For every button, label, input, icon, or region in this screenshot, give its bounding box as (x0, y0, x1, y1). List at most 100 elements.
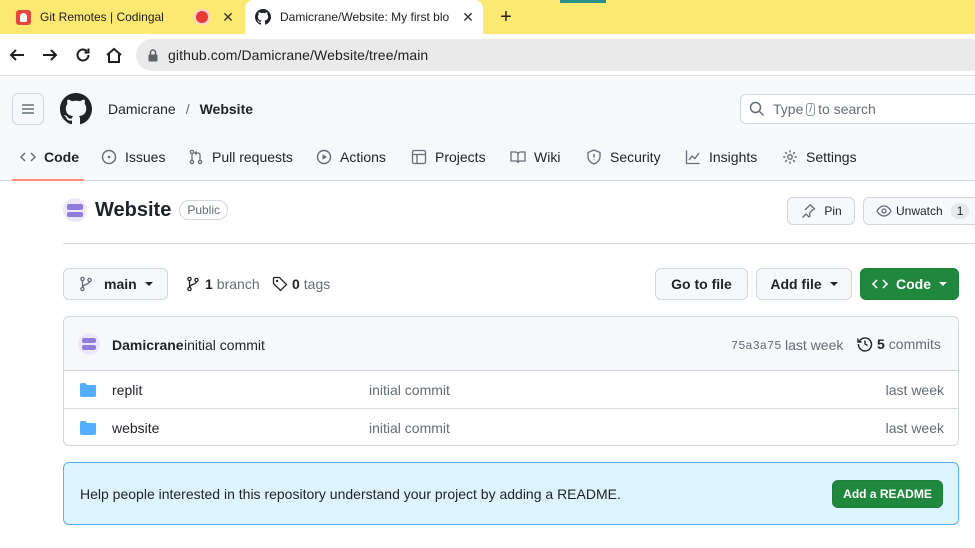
url-text: github.com/Damicrane/Website/tree/main (168, 47, 429, 63)
tags-link[interactable]: 0 tags (272, 276, 330, 292)
commit-time: last week (785, 337, 844, 353)
file-commit-message[interactable]: initial commit (369, 382, 450, 398)
pull-request-icon (189, 149, 203, 165)
file-name[interactable]: replit (112, 382, 142, 398)
folder-icon (80, 383, 96, 397)
close-tab-icon[interactable]: ✕ (220, 9, 236, 26)
table-icon (411, 149, 427, 165)
tab-label: Settings (806, 149, 857, 165)
readme-banner: Help people interested in this repositor… (63, 462, 959, 525)
forward-button[interactable] (39, 44, 61, 66)
browser-tab-strip: Git Remotes | Codingal ✕ Damicrane/Websi… (0, 0, 975, 34)
code-button[interactable]: Code (860, 268, 959, 300)
table-row[interactable]: replit initial commit last week (64, 371, 958, 408)
close-tab-icon[interactable]: ✕ (460, 9, 476, 26)
commit-message[interactable]: initial commit (184, 337, 265, 353)
tab-label: Actions (340, 149, 386, 165)
commit-author[interactable]: Damicrane (112, 337, 184, 353)
repo-link[interactable]: Website (200, 101, 253, 117)
file-commit-message[interactable]: initial commit (369, 420, 450, 436)
tag-count: 0 (292, 276, 300, 292)
file-time: last week (885, 420, 944, 436)
go-to-file-label: Go to file (671, 276, 732, 292)
file-time: last week (885, 382, 944, 398)
latest-commit-bar: Damicrane initial commit 75a3a75 last we… (64, 317, 958, 371)
tab-pull-requests[interactable]: Pull requests (188, 145, 293, 181)
chevron-down-icon (144, 282, 153, 286)
gear-icon (783, 150, 797, 164)
tab-code[interactable]: Code (12, 145, 84, 181)
commit-word: commits (888, 336, 941, 352)
tab-insights[interactable]: Insights (685, 145, 757, 181)
reload-button[interactable] (72, 44, 94, 66)
breadcrumb: Damicrane / Website (108, 101, 253, 117)
repo-title-row: Website Public (63, 198, 229, 222)
shield-icon (587, 149, 601, 165)
arrow-right-icon (43, 49, 58, 61)
breadcrumb-separator: / (185, 101, 190, 117)
tab-actions[interactable]: Actions (316, 145, 386, 181)
search-placeholder-suffix: to search (818, 101, 876, 117)
back-button[interactable] (6, 44, 28, 66)
lock-icon (148, 48, 158, 61)
branch-word: branch (216, 276, 260, 292)
hamburger-icon (22, 104, 34, 114)
branch-name: main (104, 276, 137, 292)
home-button[interactable] (103, 44, 125, 66)
branches-link[interactable]: 1 branch (185, 276, 260, 292)
home-icon (106, 47, 122, 63)
add-readme-button[interactable]: Add a README (832, 480, 943, 508)
menu-button[interactable] (12, 93, 44, 125)
table-row[interactable]: website initial commit last week (64, 408, 958, 445)
branch-icon (187, 276, 199, 292)
page-title[interactable]: Website (95, 199, 171, 222)
github-favicon-icon (255, 9, 271, 25)
tab-security[interactable]: Security (586, 145, 661, 181)
watch-count: 1 (950, 203, 970, 219)
pin-label: Pin (824, 204, 842, 218)
commits-link[interactable]: 5 commits (857, 336, 941, 352)
pin-button[interactable]: Pin (787, 197, 855, 225)
browser-tab-codingal[interactable]: Git Remotes | Codingal ✕ (0, 0, 243, 34)
branch-icon (80, 276, 92, 292)
code-icon (872, 279, 888, 289)
tag-icon (272, 276, 288, 292)
avatar[interactable] (78, 333, 100, 355)
unwatch-button[interactable]: Unwatch 1 (863, 197, 975, 225)
file-name[interactable]: website (112, 420, 159, 436)
tab-wiki[interactable]: Wiki (510, 145, 560, 181)
recording-indicator-icon (196, 11, 208, 23)
reload-icon (76, 48, 90, 62)
graph-icon (685, 150, 700, 165)
tab-strip-accent (560, 0, 606, 3)
branch-count: 1 (205, 276, 213, 292)
tab-projects[interactable]: Projects (411, 145, 486, 181)
tab-issues[interactable]: Issues (101, 145, 165, 181)
owner-link[interactable]: Damicrane (108, 101, 176, 117)
code-label: Code (896, 276, 931, 292)
search-icon (749, 101, 765, 117)
tab-title: Damicrane/Website: My first blo (280, 10, 450, 24)
play-icon (316, 149, 332, 165)
visibility-badge: Public (179, 200, 229, 220)
repo-navigation: Code Issues Pull requests Actions Projec… (0, 145, 975, 181)
add-file-button[interactable]: Add file (756, 268, 852, 300)
branch-selector[interactable]: main (63, 268, 168, 300)
commit-sha[interactable]: 75a3a75 (731, 339, 781, 353)
book-icon (510, 151, 526, 164)
readme-banner-text: Help people interested in this repositor… (80, 486, 621, 502)
tab-label: Code (44, 149, 79, 165)
search-input[interactable]: Type / to search (740, 94, 975, 124)
chevron-down-icon (829, 282, 838, 286)
go-to-file-button[interactable]: Go to file (655, 268, 748, 300)
address-bar[interactable]: github.com/Damicrane/Website/tree/main (136, 39, 975, 71)
code-icon (20, 152, 36, 162)
browser-tab-github[interactable]: Damicrane/Website: My first blo ✕ (245, 0, 483, 34)
folder-icon (80, 421, 96, 435)
github-logo-icon[interactable] (60, 93, 92, 125)
new-tab-button[interactable]: + (496, 6, 516, 28)
tab-label: Issues (125, 149, 166, 165)
chevron-down-icon (939, 282, 947, 286)
tab-settings[interactable]: Settings (782, 145, 857, 181)
tab-label: Projects (435, 149, 486, 165)
